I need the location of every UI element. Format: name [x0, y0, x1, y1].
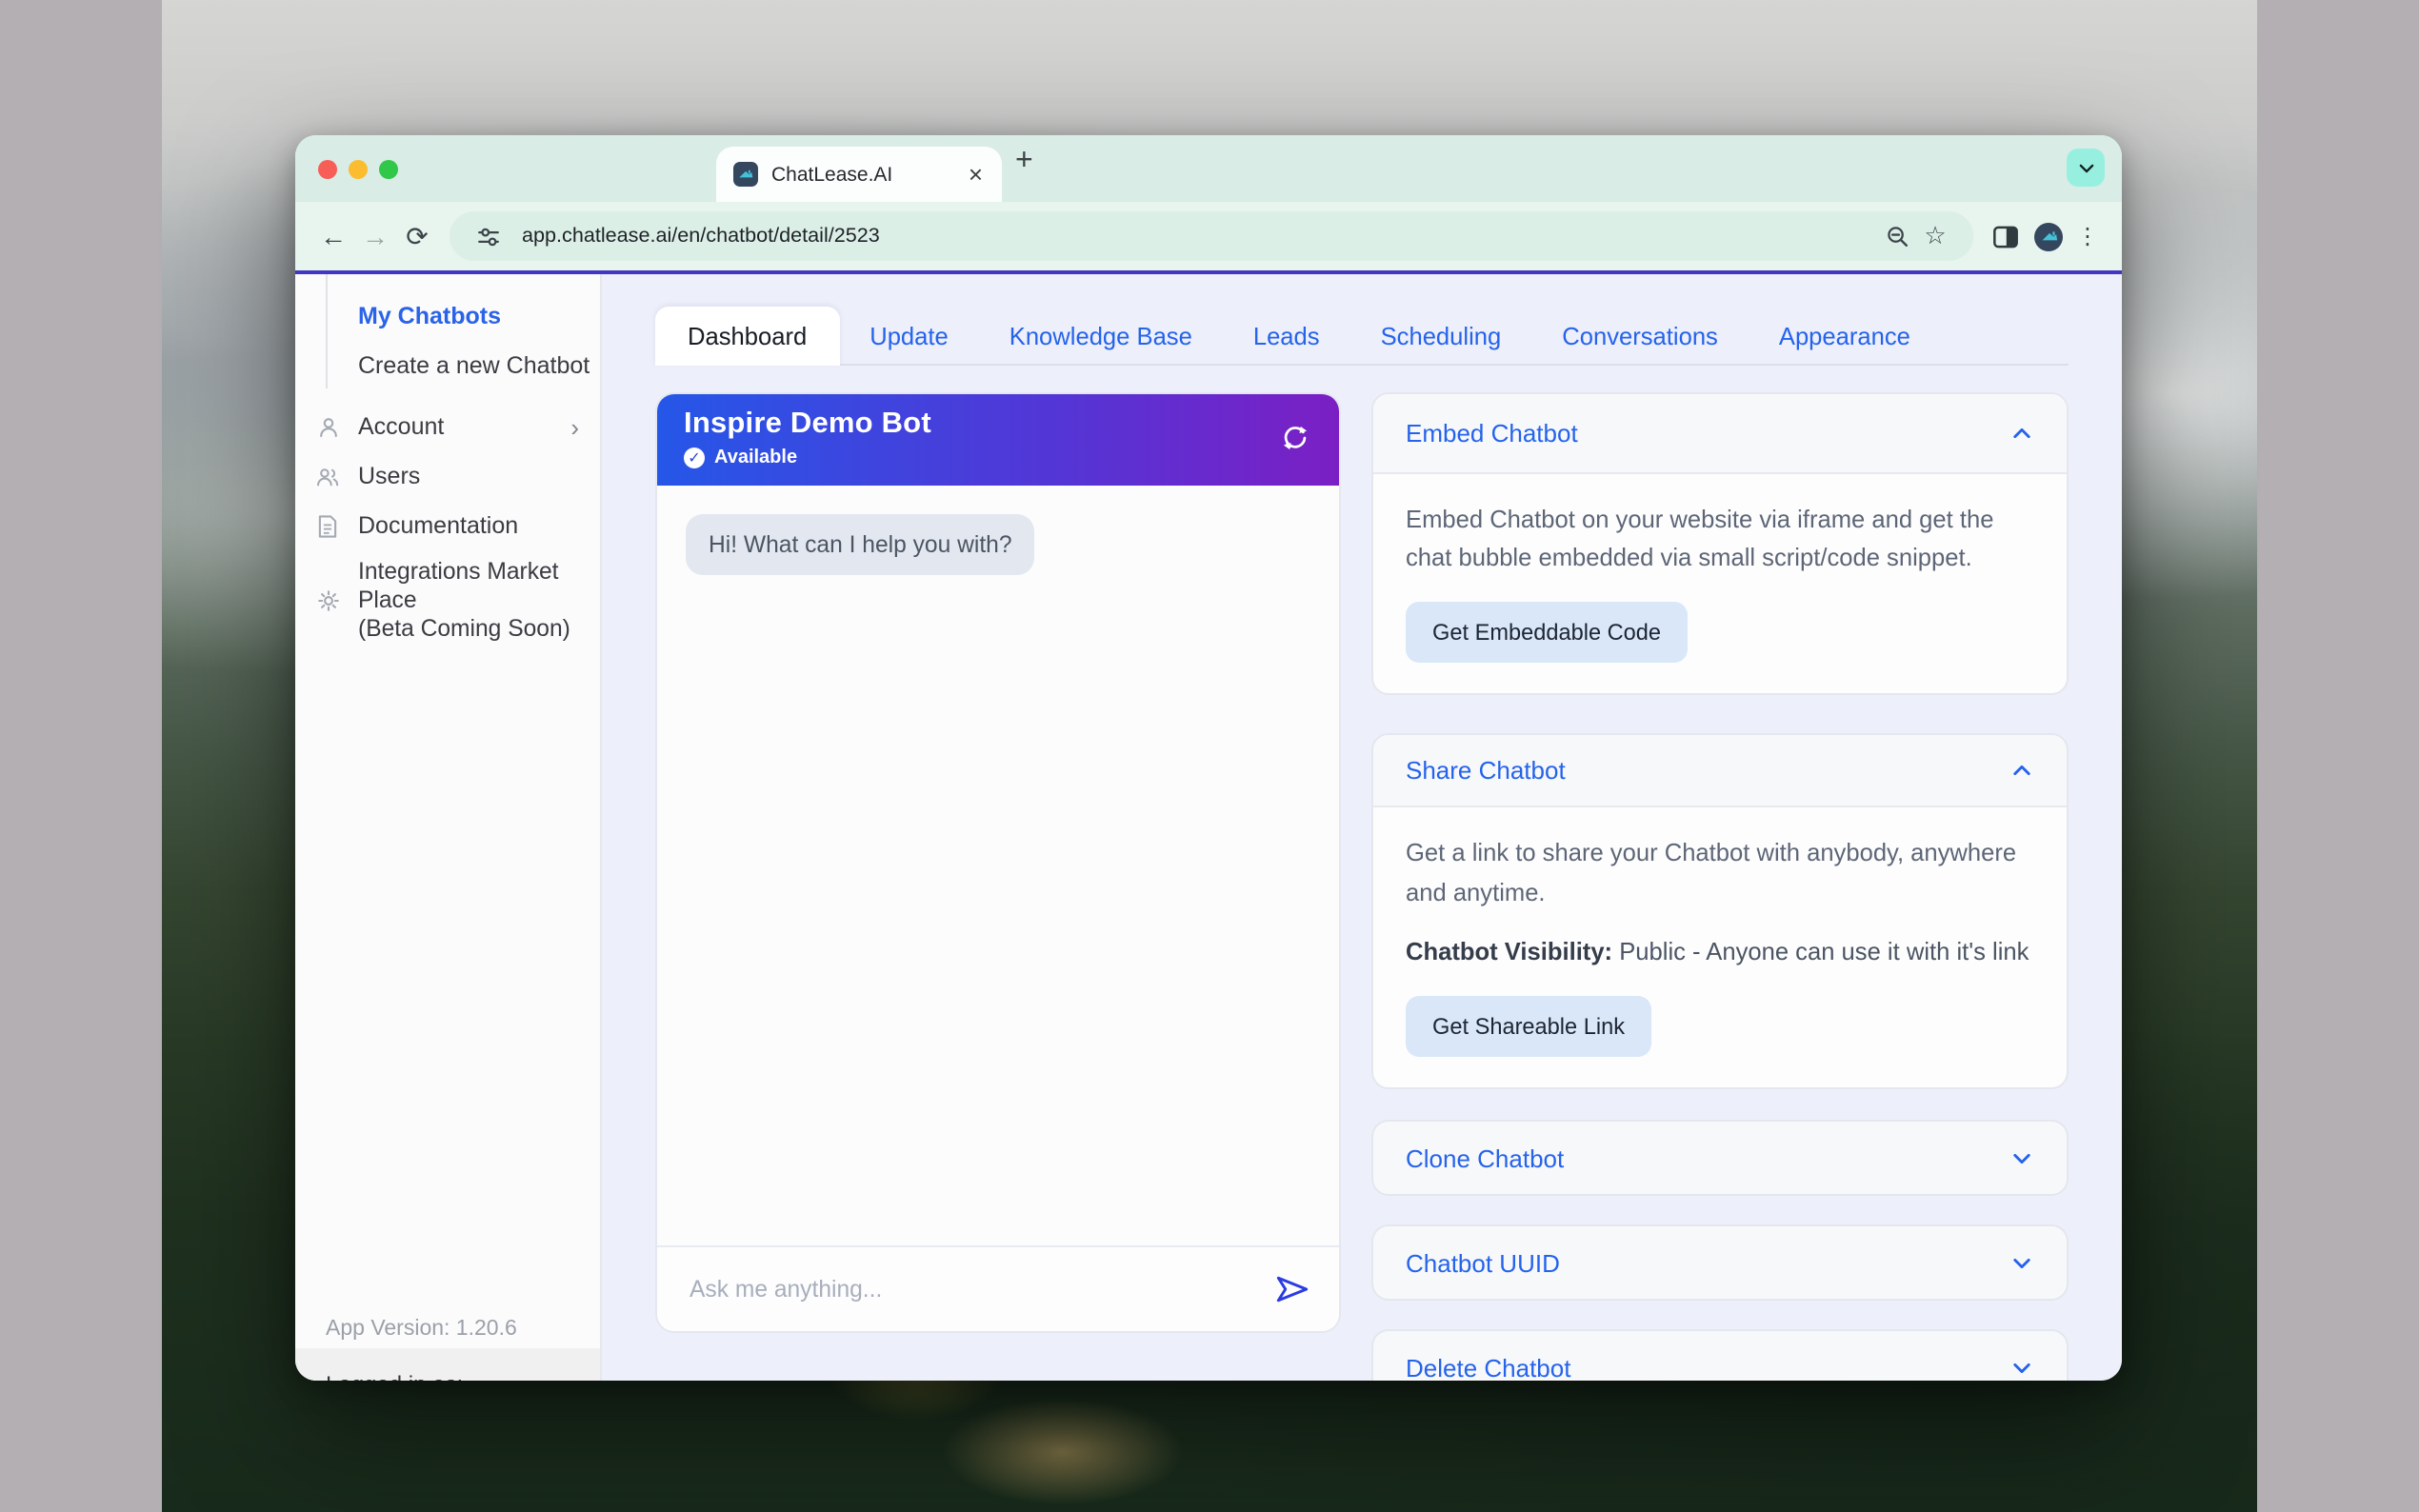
chatbot-uuid-card: Chatbot UUID	[1371, 1224, 2069, 1301]
tab-search-chevron-button[interactable]	[2067, 149, 2105, 187]
chevron-right-icon: ›	[570, 414, 579, 439]
chevron-up-icon	[2009, 421, 2034, 446]
chat-input[interactable]	[686, 1274, 1274, 1304]
users-icon	[314, 463, 341, 489]
tab-update[interactable]: Update	[839, 307, 979, 364]
sidebar-item-documentation[interactable]: Documentation	[295, 501, 600, 550]
reload-icon[interactable]: ⟳	[396, 223, 438, 249]
page-content: My Chatbots Create a new Chatbot Account…	[295, 274, 2122, 1381]
logged-in-text: Logged in as:	[326, 1371, 463, 1381]
chevron-down-icon	[2009, 1250, 2034, 1275]
chevron-up-icon	[2009, 759, 2034, 784]
window-close-button[interactable]	[318, 160, 337, 179]
tab-appearance[interactable]: Appearance	[1749, 307, 1941, 364]
sidebar-item-integrations[interactable]: Integrations Market Place(Beta Coming So…	[295, 558, 600, 643]
bot-message-bubble: Hi! What can I help you with?	[686, 514, 1035, 575]
sidebar-item-users[interactable]: Users	[295, 451, 600, 501]
site-favicon-icon	[733, 162, 758, 187]
visibility-value: Public - Anyone can use it with it's lin…	[1619, 937, 2029, 965]
embed-chatbot-body: Embed Chatbot on your website via iframe…	[1373, 472, 2067, 694]
back-icon[interactable]: ←	[312, 223, 354, 249]
check-circle-icon: ✓	[684, 448, 705, 468]
status-text: Available	[714, 448, 797, 468]
browser-toolbar: ← → ⟳ app.chatlease.ai/en/chatbot/detail…	[295, 202, 2122, 270]
browser-window: ChatLease.AI × + ← → ⟳ app.chatlease.ai/…	[295, 135, 2122, 1381]
window-controls	[318, 160, 398, 179]
address-bar[interactable]: app.chatlease.ai/en/chatbot/detail/2523 …	[450, 211, 1973, 261]
embed-description: Embed Chatbot on your website via iframe…	[1406, 501, 2034, 578]
tab-knowledge-base[interactable]: Knowledge Base	[979, 307, 1223, 364]
chevron-down-icon	[2009, 1145, 2034, 1170]
refresh-chat-icon[interactable]	[1280, 423, 1310, 463]
side-panel-icon[interactable]	[1985, 224, 2027, 249]
delete-chatbot-header[interactable]: Delete Chatbot	[1373, 1331, 2067, 1381]
document-icon	[314, 512, 341, 539]
visibility-line: Chatbot Visibility: Public - Anyone can …	[1406, 933, 2034, 971]
clone-chatbot-card: Clone Chatbot	[1371, 1120, 2069, 1196]
url-text[interactable]: app.chatlease.ai/en/chatbot/detail/2523	[522, 225, 1878, 248]
chat-input-row	[657, 1245, 1339, 1331]
sidebar-footer: Logged in as:	[295, 1348, 600, 1381]
main-area: Dashboard Update Knowledge Base Leads Sc…	[602, 274, 2122, 1381]
get-shareable-link-button[interactable]: Get Shareable Link	[1406, 996, 1651, 1057]
bookmark-star-icon[interactable]: ☆	[1916, 221, 1954, 251]
sidebar: My Chatbots Create a new Chatbot Account…	[295, 274, 602, 1381]
sidebar-item-my-chatbots[interactable]: My Chatbots	[295, 291, 600, 341]
chat-messages: Hi! What can I help you with?	[657, 486, 1339, 1245]
integrations-sublabel: (Beta Coming Soon)	[358, 614, 570, 641]
sidebar-item-create-chatbot[interactable]: Create a new Chatbot	[295, 341, 600, 390]
browser-tab-strip: ChatLease.AI × +	[295, 135, 2122, 202]
browser-menu-icon[interactable]: ⋮	[2070, 223, 2105, 249]
window-zoom-button[interactable]	[379, 160, 398, 179]
tab-dashboard[interactable]: Dashboard	[655, 307, 839, 366]
gear-icon	[314, 587, 341, 613]
new-tab-button[interactable]: +	[1015, 145, 1033, 179]
close-tab-icon[interactable]: ×	[967, 162, 985, 187]
tab-leads[interactable]: Leads	[1223, 307, 1350, 364]
visibility-label: Chatbot Visibility:	[1406, 937, 1612, 965]
get-embeddable-code-button[interactable]: Get Embeddable Code	[1406, 603, 1688, 664]
zoom-out-icon[interactable]	[1878, 224, 1916, 249]
window-minimize-button[interactable]	[349, 160, 368, 179]
chevron-down-icon	[2075, 157, 2096, 178]
send-icon[interactable]	[1274, 1274, 1310, 1304]
chat-header: Inspire Demo Bot ✓ Available	[657, 394, 1339, 486]
chevron-down-icon	[2009, 1355, 2034, 1380]
embed-chatbot-card: Embed Chatbot Embed Chatbot on your webs…	[1371, 392, 2069, 696]
dashboard-columns: Inspire Demo Bot ✓ Available Hi! What ca…	[655, 392, 2069, 1381]
bot-name: Inspire Demo Bot	[684, 408, 1312, 442]
forward-icon[interactable]: →	[354, 223, 396, 249]
profile-avatar[interactable]	[2034, 222, 2063, 250]
bot-status: ✓ Available	[684, 448, 1312, 468]
embed-chatbot-header[interactable]: Embed Chatbot	[1373, 394, 2067, 472]
dashboard-tab-bar: Dashboard Update Knowledge Base Leads Sc…	[655, 307, 2069, 366]
toolbar-right: ⋮	[1985, 222, 2105, 250]
site-settings-icon[interactable]	[469, 224, 507, 249]
integrations-label: Integrations Market Place	[358, 558, 559, 613]
clone-chatbot-header[interactable]: Clone Chatbot	[1373, 1122, 2067, 1194]
share-chatbot-header[interactable]: Share Chatbot	[1373, 736, 2067, 806]
browser-tab[interactable]: ChatLease.AI ×	[716, 147, 1002, 202]
tab-title: ChatLease.AI	[771, 163, 967, 186]
share-description: Get a link to share your Chatbot with an…	[1406, 835, 2034, 912]
actions-column: Embed Chatbot Embed Chatbot on your webs…	[1371, 392, 2069, 1381]
chat-preview-card: Inspire Demo Bot ✓ Available Hi! What ca…	[655, 392, 1341, 1333]
app-version-text: App Version: 1.20.6	[326, 1318, 517, 1341]
sidebar-item-account[interactable]: Account ›	[295, 402, 600, 451]
tab-conversations[interactable]: Conversations	[1531, 307, 1749, 364]
share-chatbot-body: Get a link to share your Chatbot with an…	[1373, 806, 2067, 1087]
chatbot-uuid-header[interactable]: Chatbot UUID	[1373, 1226, 2067, 1299]
person-icon	[314, 413, 341, 440]
share-chatbot-card: Share Chatbot Get a link to share your C…	[1371, 734, 2069, 1089]
avatar-roof-icon	[2039, 227, 2058, 246]
screenshot-root: ChatLease.AI × + ← → ⟳ app.chatlease.ai/…	[0, 0, 2419, 1512]
delete-chatbot-card: Delete Chatbot	[1371, 1329, 2069, 1381]
tab-scheduling[interactable]: Scheduling	[1350, 307, 1532, 364]
